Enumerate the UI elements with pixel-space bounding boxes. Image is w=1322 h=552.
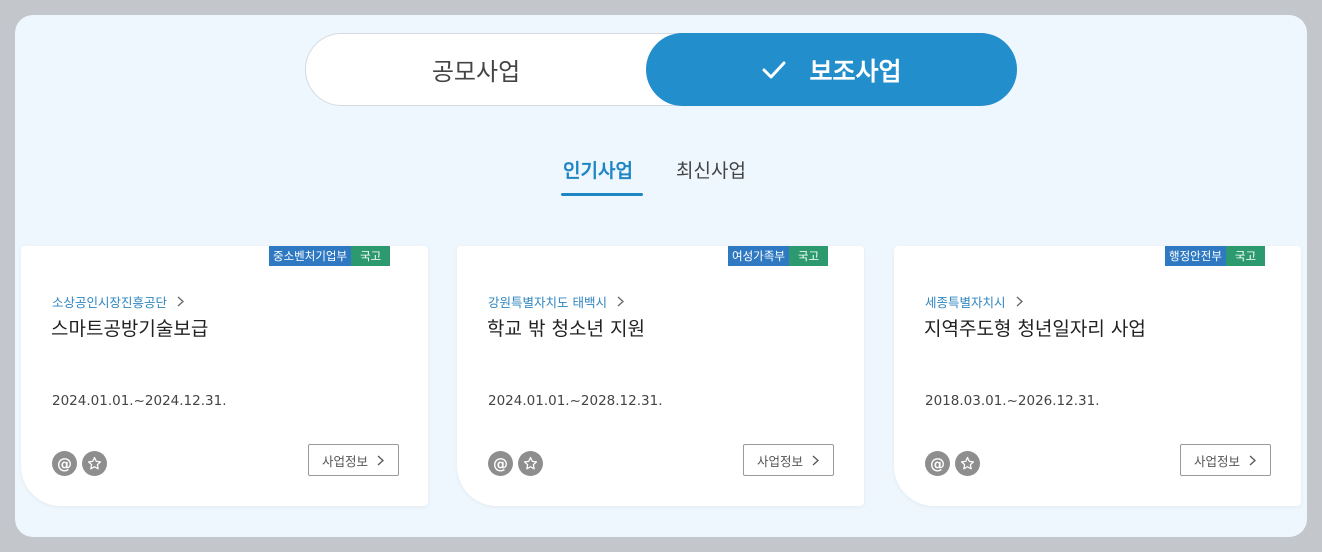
agency-label: 소상공인시장진흥공단: [52, 295, 168, 310]
card-badges: 행정안전부 국고: [1165, 246, 1266, 266]
department-badge: 중소벤처기업부: [269, 246, 352, 266]
check-icon: [762, 61, 786, 78]
business-info-button[interactable]: 사업정보: [1180, 444, 1271, 476]
business-info-label: 사업정보: [756, 453, 803, 469]
email-icon[interactable]: @: [925, 451, 950, 476]
tab-active-indicator: [561, 193, 643, 196]
card-title: 지역주도형 청년일자리 사업: [924, 318, 1146, 340]
kind-badge: 국고: [1225, 246, 1266, 266]
agency-link[interactable]: 세종특별자치시: [925, 292, 1024, 311]
toggle-subsidy[interactable]: 보조사업: [646, 33, 1017, 106]
business-info-button[interactable]: 사업정보: [308, 444, 399, 476]
star-icon[interactable]: [518, 451, 543, 476]
agency-link[interactable]: 강원특별자치도 태백시: [488, 292, 625, 311]
card-title: 학교 밖 청소년 지원: [487, 318, 645, 340]
business-panel: 공모사업 보조사업 인기사업 최신사업 중소벤처기업부 국고 소상공인시장진흥공…: [15, 15, 1307, 537]
department-badge: 여성가족부: [728, 246, 789, 266]
kind-badge: 국고: [788, 246, 829, 266]
toggle-subsidy-label: 보조사업: [809, 56, 902, 86]
agency-label: 강원특별자치도 태백시: [488, 295, 607, 310]
business-card[interactable]: 행정안전부 국고 세종특별자치시 지역주도형 청년일자리 사업 2018.03.…: [894, 246, 1301, 506]
card-period: 2024.01.01.~2028.12.31.: [488, 393, 663, 409]
star-icon[interactable]: [955, 451, 980, 476]
star-icon[interactable]: [82, 451, 107, 476]
department-badge: 행정안전부: [1165, 246, 1226, 266]
agency-label: 세종특별자치시: [925, 295, 1006, 310]
chevron-right-icon: [377, 455, 384, 465]
card-title: 스마트공방기술보급: [51, 318, 209, 340]
business-card[interactable]: 여성가족부 국고 강원특별자치도 태백시 학교 밖 청소년 지원 2024.01…: [457, 246, 864, 506]
toggle-public-offering[interactable]: 공모사업: [306, 33, 646, 106]
chevron-right-icon: [617, 296, 624, 307]
card-period: 2024.01.01.~2024.12.31.: [52, 393, 227, 409]
tab-popular[interactable]: 인기사업: [563, 156, 633, 183]
business-card[interactable]: 중소벤처기업부 국고 소상공인시장진흥공단 스마트공방기술보급 2024.01.…: [21, 246, 428, 506]
email-icon[interactable]: @: [488, 451, 513, 476]
business-info-button[interactable]: 사업정보: [743, 444, 834, 476]
chevron-right-icon: [812, 455, 819, 465]
chevron-right-icon: [1016, 296, 1023, 307]
tab-latest[interactable]: 최신사업: [676, 156, 746, 183]
card-badges: 중소벤처기업부 국고: [269, 246, 391, 266]
chevron-right-icon: [177, 296, 184, 307]
kind-badge: 국고: [351, 246, 391, 266]
card-badges: 여성가족부 국고: [728, 246, 829, 266]
toggle-public-offering-label: 공모사업: [431, 58, 521, 86]
card-period: 2018.03.01.~2026.12.31.: [925, 393, 1100, 409]
agency-link[interactable]: 소상공인시장진흥공단: [52, 292, 185, 311]
email-icon[interactable]: @: [52, 451, 77, 476]
business-info-label: 사업정보: [321, 453, 368, 469]
business-type-toggle: 공모사업 보조사업: [305, 33, 1017, 106]
chevron-right-icon: [1249, 455, 1256, 465]
business-info-label: 사업정보: [1193, 453, 1240, 469]
